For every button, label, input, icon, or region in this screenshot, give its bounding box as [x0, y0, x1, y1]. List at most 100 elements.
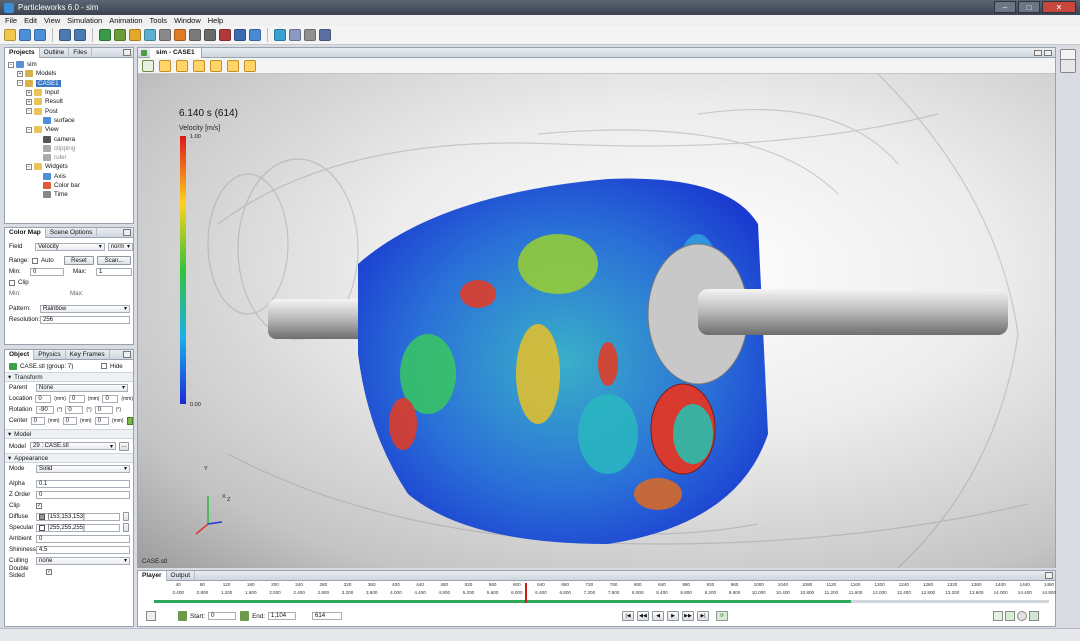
diffuse-picker-button[interactable]: [123, 512, 129, 521]
tab-physics[interactable]: Physics: [34, 349, 66, 360]
stack-icon[interactable]: [249, 29, 261, 41]
model-select[interactable]: 29 : CASE.stl ▾: [30, 442, 116, 450]
cube-icon[interactable]: [114, 29, 126, 41]
culling-select[interactable]: none ▾: [36, 556, 130, 565]
first-frame-button[interactable]: |◀: [622, 611, 635, 621]
location-y-input[interactable]: 0: [68, 394, 85, 403]
hide-checkbox[interactable]: [101, 363, 107, 369]
view-top-icon[interactable]: [227, 59, 239, 72]
gpu-icon[interactable]: [319, 29, 331, 41]
expand-toggle-icon[interactable]: −: [26, 126, 32, 133]
diffuse-color-field[interactable]: [153,153,153]: [36, 512, 120, 521]
model-browse-button[interactable]: ...: [119, 441, 129, 451]
step-forward-fast-button[interactable]: ▶▶: [682, 611, 695, 621]
location-z-input[interactable]: 0: [102, 394, 119, 403]
tab-player[interactable]: Player: [138, 570, 167, 581]
panel-minimize-icon[interactable]: [123, 351, 131, 358]
record-settings-icon[interactable]: [993, 611, 1003, 621]
tree-node-models[interactable]: + Models: [5, 69, 133, 78]
tree-node-widgets[interactable]: − Widgets: [5, 162, 133, 171]
tab-output[interactable]: Output: [167, 570, 196, 581]
clip-checkbox[interactable]: [9, 279, 15, 286]
tab-object[interactable]: Object: [5, 349, 35, 360]
center-z-input[interactable]: 0: [94, 416, 109, 425]
viewport-restore-icon[interactable]: [1034, 49, 1042, 56]
save-icon[interactable]: [34, 29, 46, 41]
filter-icon[interactable]: [146, 611, 156, 621]
tree-node-camera[interactable]: camera: [5, 134, 133, 143]
expand-toggle-icon[interactable]: −: [26, 163, 32, 170]
scan-button[interactable]: Scan...: [97, 256, 131, 265]
ambient-input[interactable]: 0: [36, 534, 130, 543]
field-select[interactable]: Velocity ▾: [35, 242, 105, 251]
expand-toggle-icon[interactable]: −: [8, 61, 14, 68]
panel-minimize-icon[interactable]: [123, 229, 131, 236]
tree-node-case1[interactable]: − CASE1: [5, 79, 133, 88]
tab-scene-options[interactable]: Scene Options: [46, 227, 98, 238]
norm-select[interactable]: norm ▾: [107, 242, 133, 251]
tab-projects[interactable]: Projects: [5, 47, 40, 58]
zorder-input[interactable]: 0: [36, 490, 130, 499]
tree-node-colorbar[interactable]: Color bar: [5, 181, 133, 190]
redo-icon[interactable]: [74, 29, 86, 41]
panel-minimize-icon[interactable]: [123, 49, 131, 56]
expand-toggle-icon[interactable]: +: [17, 70, 23, 77]
tab-key-frames[interactable]: Key Frames: [66, 349, 110, 360]
frame-input[interactable]: 614: [312, 612, 343, 620]
model-icon[interactable]: [99, 29, 111, 41]
step-back-button[interactable]: ◀: [652, 611, 665, 621]
menu-item-animation[interactable]: Animation: [109, 16, 142, 25]
expand-toggle-icon[interactable]: +: [26, 98, 32, 105]
model-section-header[interactable]: ▾ Model: [5, 429, 133, 439]
expand-toggle-icon[interactable]: −: [26, 108, 32, 115]
tree-node-sim[interactable]: − sim: [5, 60, 133, 69]
start-input[interactable]: 0: [208, 612, 237, 620]
parent-select[interactable]: None ▾: [36, 383, 128, 392]
rotation-z-input[interactable]: 0: [94, 405, 113, 414]
timeline-current-marker[interactable]: [525, 583, 528, 603]
wall-icon[interactable]: [174, 29, 186, 41]
tab-outline[interactable]: Outline: [40, 47, 70, 58]
minimize-button[interactable]: –: [994, 1, 1016, 13]
film-icon[interactable]: [219, 29, 231, 41]
rotation-y-input[interactable]: 0: [65, 405, 84, 414]
menu-item-simulation[interactable]: Simulation: [67, 16, 102, 25]
reset-button[interactable]: Reset: [64, 256, 94, 265]
tab-color-map[interactable]: Color Map: [5, 227, 46, 238]
shininess-input[interactable]: 4.5: [36, 545, 130, 554]
center-y-input[interactable]: 0: [62, 416, 77, 425]
render-viewport[interactable]: 6.140 s (614) Velocity [m/s] 1.00 0.00 Y…: [138, 74, 1055, 568]
menu-item-edit[interactable]: Edit: [24, 16, 37, 25]
timeline[interactable]: 40 0.400 80 0.800 120 1.200 160 1.600 200 2.000 24…: [154, 582, 1056, 603]
physics-icon[interactable]: [144, 29, 156, 41]
tree-node-post[interactable]: − Post: [5, 106, 133, 115]
play-button[interactable]: ▶: [667, 611, 680, 621]
rotation-x-input[interactable]: -90: [36, 405, 54, 414]
alpha-input[interactable]: 0.1: [36, 479, 130, 488]
view-bottom-icon[interactable]: [244, 59, 256, 72]
tree-node-surface[interactable]: surface: [5, 116, 133, 125]
tree-node-time[interactable]: Time: [5, 190, 133, 199]
undo-icon[interactable]: [59, 29, 71, 41]
menu-item-file[interactable]: File: [5, 16, 17, 25]
transform-section-header[interactable]: ▾ Transform: [5, 372, 133, 382]
location-x-input[interactable]: 0: [35, 394, 52, 403]
menu-item-tools[interactable]: Tools: [150, 16, 168, 25]
fit-view-icon[interactable]: [142, 59, 154, 72]
view-right-icon[interactable]: [210, 59, 222, 72]
image-export-icon[interactable]: [1060, 59, 1076, 73]
emitter-icon[interactable]: [129, 29, 141, 41]
appearance-section-header[interactable]: ▾ Appearance: [5, 453, 133, 463]
min-input[interactable]: 0: [30, 267, 64, 276]
center-x-input[interactable]: 0: [30, 416, 45, 425]
step-back-fast-button[interactable]: ◀◀: [637, 611, 650, 621]
view-back-icon[interactable]: [176, 59, 188, 72]
view-left-icon[interactable]: [193, 59, 205, 72]
specular-picker-button[interactable]: [123, 523, 129, 532]
tree-node-result[interactable]: + Result: [5, 97, 133, 106]
menu-item-view[interactable]: View: [44, 16, 60, 25]
panel-minimize-icon[interactable]: [1045, 572, 1053, 579]
wave-icon[interactable]: [274, 29, 286, 41]
view-front-icon[interactable]: [159, 59, 171, 72]
open-file-icon[interactable]: [19, 29, 31, 41]
